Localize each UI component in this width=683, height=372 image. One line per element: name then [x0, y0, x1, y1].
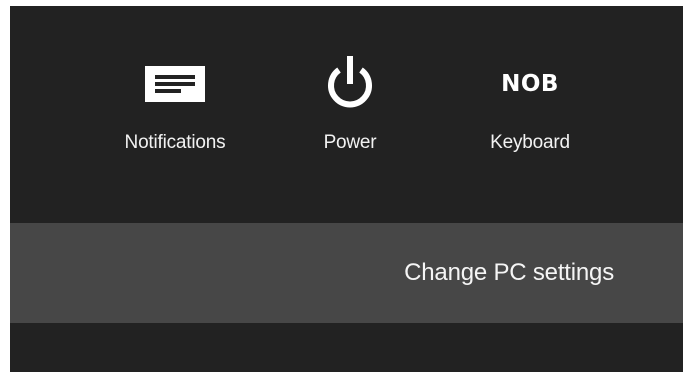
- keyboard-tile[interactable]: NOB Keyboard: [470, 58, 590, 168]
- power-tile[interactable]: Power: [300, 56, 400, 168]
- power-label: Power: [323, 132, 377, 153]
- change-pc-settings-button[interactable]: Change PC settings: [10, 223, 683, 323]
- notifications-tile[interactable]: Notifications: [100, 58, 250, 168]
- change-pc-settings-label: Change PC settings: [404, 259, 614, 286]
- settings-charm-panel: Notifications Power NOB Keyboard Change …: [10, 6, 683, 372]
- notifications-label: Notifications: [124, 132, 226, 153]
- notifications-icon-wrap: [145, 58, 205, 110]
- keyboard-layout-indicator: NOB: [501, 58, 559, 110]
- keyboard-label: Keyboard: [490, 132, 570, 153]
- power-icon: [328, 56, 372, 108]
- quick-settings-tiles: Notifications Power NOB Keyboard: [10, 6, 683, 222]
- power-icon-wrap: [324, 56, 376, 110]
- notifications-icon: [145, 66, 205, 102]
- keyboard-layout-text: NOB: [501, 71, 559, 97]
